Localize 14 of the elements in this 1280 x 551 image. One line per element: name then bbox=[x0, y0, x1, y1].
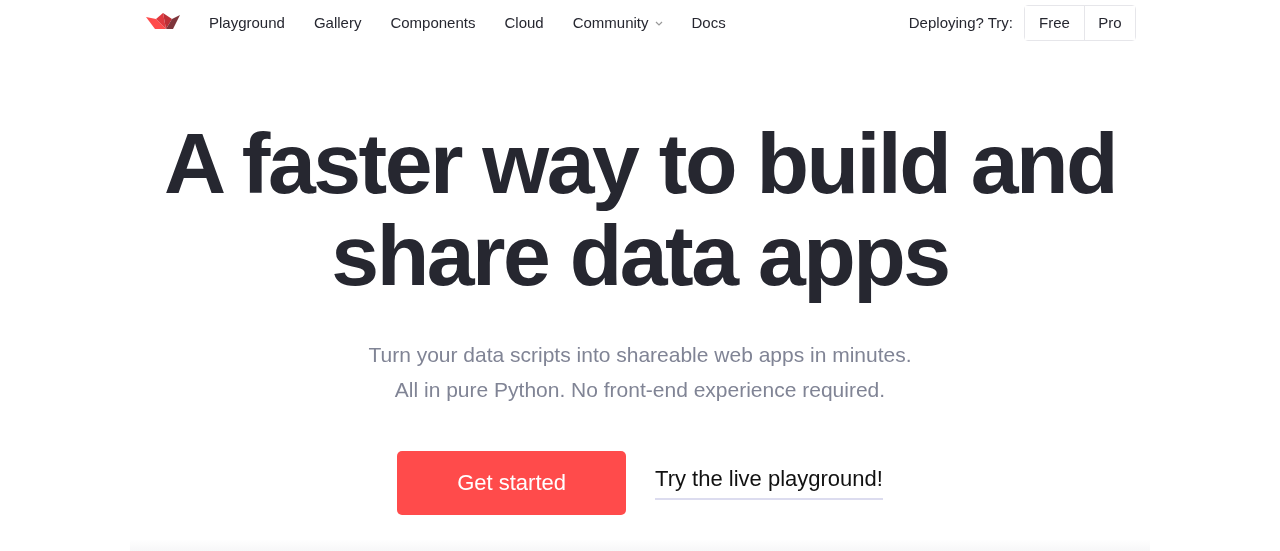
logo-icon[interactable] bbox=[146, 12, 180, 31]
deploy-button[interactable]: Pro bbox=[1084, 5, 1135, 40]
nav-link[interactable]: Playground bbox=[209, 14, 285, 31]
subtitle: Turn your data scripts into shareable web apps in minutes. bbox=[368, 342, 912, 368]
deploy-label: Deploying? Try: bbox=[908, 14, 1013, 31]
playground-link[interactable]: Try the live playground! bbox=[655, 466, 883, 500]
nav-link[interactable]: Cloud bbox=[504, 14, 544, 31]
nav-link[interactable]: Components bbox=[390, 14, 476, 31]
nav-link[interactable]: Docs bbox=[691, 14, 726, 31]
subtitle: All in pure Python. No front-end experience required. bbox=[394, 377, 886, 403]
nav-link[interactable]: Gallery bbox=[313, 14, 362, 31]
headline: A faster way to build and bbox=[163, 117, 1117, 209]
nav-dropdown[interactable]: Community bbox=[572, 14, 663, 31]
chevron-icon bbox=[654, 21, 663, 26]
